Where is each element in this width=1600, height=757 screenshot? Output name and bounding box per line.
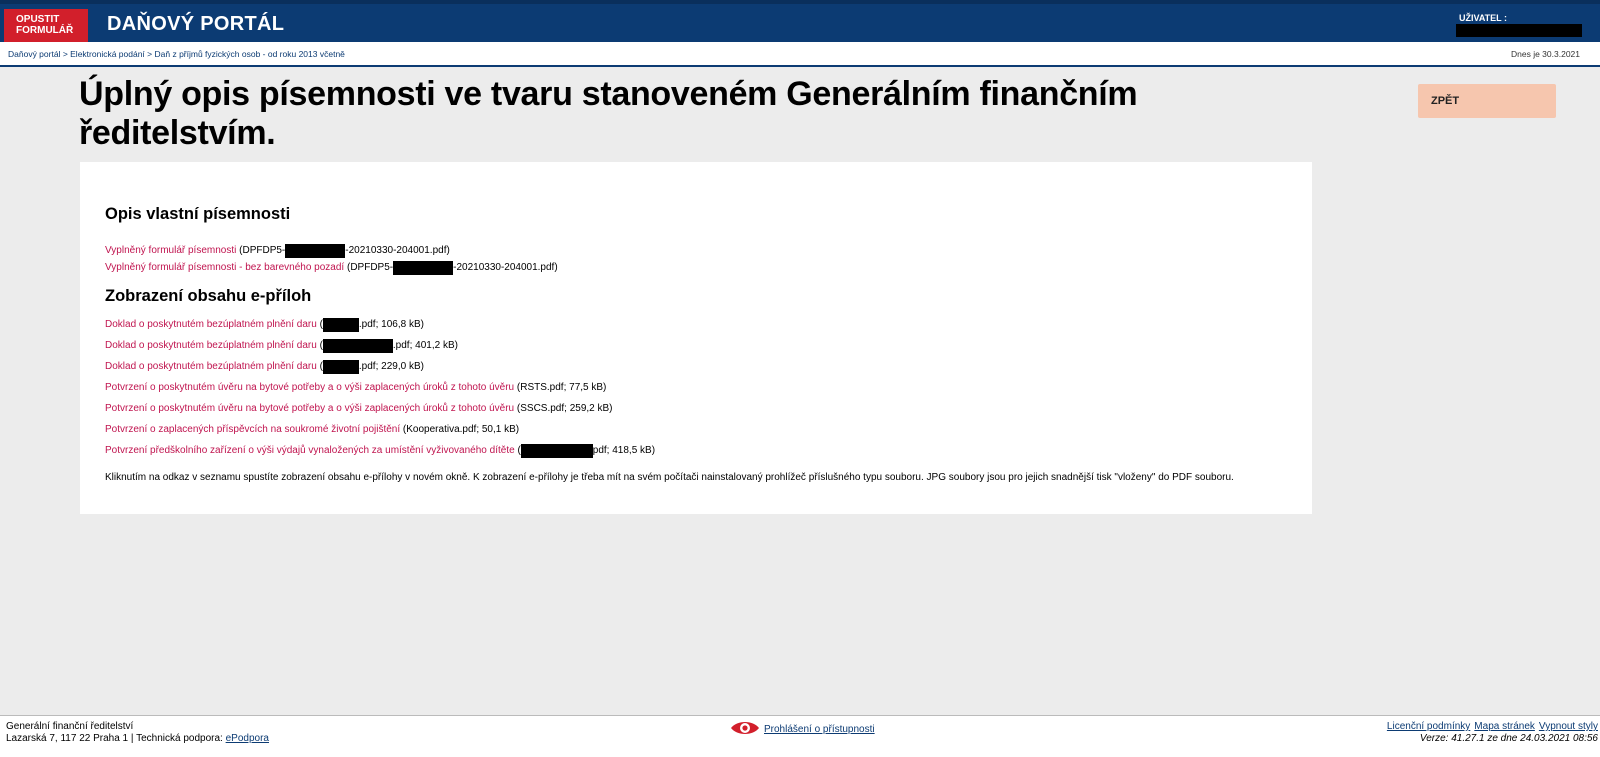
footer: Generální finanční ředitelství Lazarská … — [0, 715, 1600, 757]
accessibility-block: Prohlášení o přístupnosti — [730, 719, 875, 740]
own-doc-heading: Opis vlastní písemnosti — [105, 205, 291, 223]
file-name-prefix: (DPFDP5- — [236, 245, 286, 256]
page-title: Úplný opis písemnosti ve tvaru stanovené… — [79, 75, 1138, 152]
attachment-link[interactable]: Doklad o poskytnutém bezúplatném plnění … — [105, 361, 317, 372]
back-button[interactable]: ZPĚT — [1418, 84, 1556, 118]
own-doc-row: Vyplněný formulář písemnosti (DPFDP5- -20… — [105, 244, 450, 258]
own-doc-row: Vyplněný formulář písemnosti - bez barev… — [105, 261, 558, 275]
attachment-meta-suffix: .pdf; 106,8 kB) — [358, 319, 424, 330]
attachment-meta: (Kooperativa.pdf; 50,1 kB) — [400, 424, 520, 435]
redacted-block — [322, 360, 359, 374]
accessibility-link[interactable]: Prohlášení o přístupnosti — [764, 724, 875, 735]
top-header: OPUSTIT FORMULÁŘ DAŇOVÝ PORTÁL UŽIVATEL … — [0, 0, 1600, 42]
footer-links: Licenční podmínky Mapa stránek Vypnout sty… — [1383, 721, 1598, 732]
user-name-redacted — [1456, 24, 1582, 37]
attachment-meta-suffix: pdf; 418,5 kB) — [592, 445, 656, 456]
filled-form-no-bg-link[interactable]: Vyplněný formulář písemnosti - bez barev… — [105, 262, 344, 273]
today-date: Dnes je 30.3.2021 — [1511, 49, 1580, 59]
eye-icon — [730, 719, 760, 740]
attachment-link[interactable]: Potvrzení předškolního zařízení o výši v… — [105, 445, 515, 456]
redacted-block — [520, 444, 593, 458]
attachment-row: Potvrzení o poskytnutém úvěru na bytové … — [105, 402, 613, 416]
attachment-meta: (RSTS.pdf; 77,5 kB) — [514, 382, 607, 393]
attachments-note: Kliknutím na odkaz v seznamu spustíte zo… — [105, 472, 1234, 483]
exit-form-label-1: OPUSTIT — [16, 14, 60, 25]
breadcrumb: Daňový portál > Elektronická podání > Da… — [8, 49, 345, 59]
breadcrumb-item-portal[interactable]: Daňový portál — [8, 49, 60, 59]
org-address: Lazarská 7, 117 22 Praha 1 | Technická p… — [6, 733, 269, 744]
attachment-meta: (SSCS.pdf; 259,2 kB) — [514, 403, 613, 414]
attachment-row: Doklad o poskytnutém bezúplatném plnění … — [105, 318, 424, 332]
attachment-link[interactable]: Potvrzení o zaplacených příspěvcích na s… — [105, 424, 400, 435]
attachment-link[interactable]: Doklad o poskytnutém bezúplatném plnění … — [105, 340, 317, 351]
portal-title[interactable]: DAŇOVÝ PORTÁL — [107, 13, 284, 36]
license-link[interactable]: Licenční podmínky — [1387, 721, 1470, 732]
breadcrumb-bar: Daňový portál > Elektronická podání > Da… — [0, 42, 1600, 67]
file-name-suffix: -20210330-204001.pdf) — [453, 262, 558, 273]
breadcrumb-item-current: Daň z příjmů fyzických osob - od roku 20… — [154, 49, 345, 59]
attachment-link[interactable]: Potvrzení o poskytnutém úvěru na bytové … — [105, 382, 514, 393]
disable-styles-link[interactable]: Vypnout styly — [1539, 721, 1598, 732]
redacted-block — [393, 261, 454, 275]
filled-form-link[interactable]: Vyplněný formulář písemnosti — [105, 245, 236, 256]
org-name: Generální finanční ředitelství — [6, 721, 134, 732]
user-label: UŽIVATEL : — [1459, 13, 1507, 23]
attachment-meta-suffix: .pdf; 229,0 kB) — [358, 361, 424, 372]
attachment-link[interactable]: Doklad o poskytnutém bezúplatném plnění … — [105, 319, 317, 330]
breadcrumb-separator: > — [60, 49, 71, 59]
org-address-text: Lazarská 7, 117 22 Praha 1 | Technická p… — [6, 733, 226, 744]
attachment-row: Potvrzení předškolního zařízení o výši v… — [105, 444, 655, 458]
breadcrumb-separator: > — [144, 49, 155, 59]
exit-form-button[interactable]: OPUSTIT FORMULÁŘ — [4, 9, 88, 42]
attachment-link[interactable]: Potvrzení o poskytnutém úvěru na bytové … — [105, 403, 514, 414]
attachment-row: Potvrzení o poskytnutém úvěru na bytové … — [105, 381, 606, 395]
redacted-block — [322, 339, 393, 353]
attachment-row: Potvrzení o zaplacených příspěvcích na s… — [105, 423, 519, 437]
support-link[interactable]: ePodpora — [226, 733, 269, 744]
breadcrumb-item-elektronicka-podani[interactable]: Elektronická podání — [70, 49, 145, 59]
attachment-row: Doklad o poskytnutém bezúplatném plnění … — [105, 360, 424, 374]
redacted-block — [285, 244, 346, 258]
attachments-heading: Zobrazení obsahu e-příloh — [105, 287, 312, 305]
content-card: Opis vlastní písemnosti Vyplněný formulá… — [80, 162, 1312, 514]
redacted-block — [322, 318, 359, 332]
sitemap-link[interactable]: Mapa stránek — [1474, 721, 1535, 732]
file-name-suffix: -20210330-204001.pdf) — [345, 245, 450, 256]
attachment-meta-suffix: .pdf; 401,2 kB) — [392, 340, 458, 351]
exit-form-label-2: FORMULÁŘ — [16, 25, 74, 36]
version-text: Verze: 41.27.1 ze dne 24.03.2021 08:56 — [1419, 733, 1598, 744]
attachment-row: Doklad o poskytnutém bezúplatném plnění … — [105, 339, 458, 353]
file-name-prefix: (DPFDP5- — [344, 262, 394, 273]
